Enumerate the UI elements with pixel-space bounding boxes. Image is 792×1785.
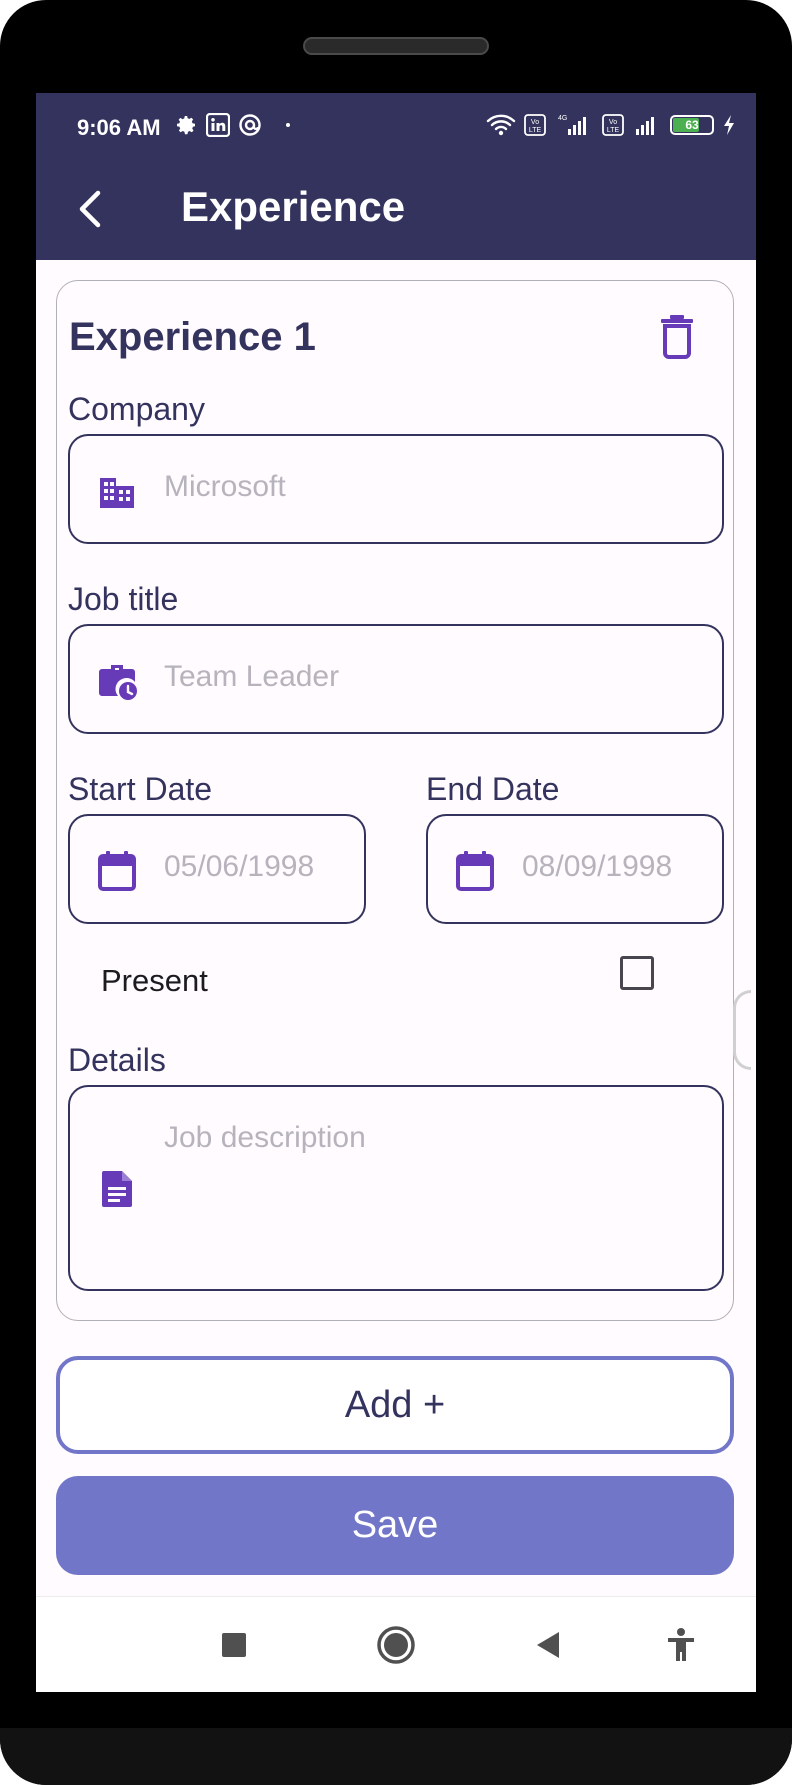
app-bar: Experience — [36, 159, 756, 260]
job-title-label: Job title — [68, 581, 179, 617]
svg-text:Vo: Vo — [531, 119, 539, 126]
back-nav-icon[interactable] — [526, 1623, 570, 1667]
dot-icon — [286, 123, 290, 127]
experience-title: Experience 1 — [69, 315, 316, 359]
details-label: Details — [68, 1042, 166, 1078]
svg-text:LTE: LTE — [607, 127, 620, 134]
start-date-placeholder: 05/06/1998 — [164, 850, 315, 883]
phone-frame: 9:06 AM Vo LTE 4G Vo LTE 63 Experience E… — [0, 0, 792, 1785]
job-title-placeholder: Team Leader — [164, 660, 340, 693]
battery-icon: 63 — [670, 115, 714, 135]
add-button-label: Add + — [344, 1383, 446, 1426]
home-icon[interactable] — [374, 1623, 418, 1667]
save-button[interactable]: Save — [56, 1476, 734, 1575]
screen: 9:06 AM Vo LTE 4G Vo LTE 63 Experience E… — [36, 93, 756, 1692]
company-field[interactable]: Microsoft — [68, 434, 724, 544]
linkedin-icon — [206, 113, 230, 137]
end-date-label: End Date — [426, 771, 560, 807]
save-button-label: Save — [351, 1504, 439, 1546]
experience-card: Experience 1 Company Microsoft Job title… — [56, 280, 734, 1321]
building-icon — [100, 478, 134, 508]
signal-4g-icon: 4G — [558, 115, 586, 135]
end-date-placeholder: 08/09/1998 — [522, 850, 673, 883]
speaker-grille — [303, 37, 489, 55]
svg-text:Vo: Vo — [609, 119, 617, 126]
company-label: Company — [68, 391, 205, 427]
start-date-field[interactable]: 05/06/1998 — [68, 814, 366, 924]
recents-icon[interactable] — [212, 1623, 256, 1667]
job-title-field[interactable]: Team Leader — [68, 624, 724, 734]
svg-text:LTE: LTE — [529, 127, 542, 134]
charging-icon — [724, 115, 734, 135]
end-date-field[interactable]: 08/09/1998 — [426, 814, 724, 924]
signal-icon — [636, 117, 654, 135]
system-nav-bar — [36, 1596, 756, 1692]
details-field[interactable]: Job description — [68, 1085, 724, 1291]
work-history-icon — [99, 665, 137, 700]
present-checkbox[interactable] — [620, 956, 654, 990]
calendar-icon — [456, 851, 494, 891]
company-placeholder: Microsoft — [164, 470, 286, 503]
start-date-label: Start Date — [68, 771, 213, 807]
delete-icon[interactable] — [659, 315, 695, 359]
add-experience-button[interactable]: Add + — [56, 1356, 734, 1454]
wifi-icon — [486, 114, 516, 136]
calendar-icon — [98, 851, 136, 891]
battery-level: 63 — [685, 118, 699, 132]
present-label: Present — [101, 963, 208, 998]
svg-text:4G: 4G — [558, 115, 567, 122]
at-sign-icon — [239, 114, 261, 136]
edge-panel-handle[interactable] — [733, 990, 751, 1070]
document-icon — [102, 1171, 132, 1207]
volte-icon: VoLTE — [524, 114, 546, 136]
settings-icon — [177, 116, 195, 135]
phone-chin — [0, 1728, 792, 1785]
status-time: 9:06 AM — [77, 115, 161, 140]
details-placeholder: Job description — [164, 1121, 366, 1154]
accessibility-icon[interactable] — [659, 1623, 703, 1667]
volte-icon-2: VoLTE — [602, 114, 624, 136]
page-title: Experience — [181, 183, 406, 230]
status-bar: 9:06 AM Vo LTE 4G Vo LTE 63 — [36, 93, 756, 159]
back-arrow-icon[interactable] — [70, 187, 114, 231]
